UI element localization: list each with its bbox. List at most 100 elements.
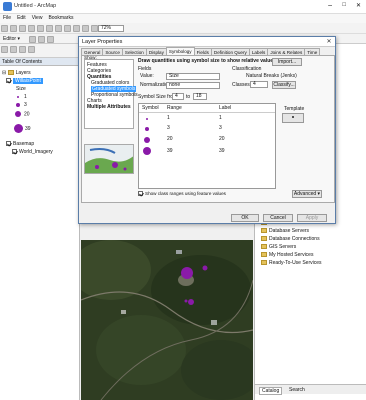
basemap-visibility-checkbox[interactable] [6,141,11,147]
dialog-title: Layer Properties [79,37,335,47]
legend-item: 3 [14,102,27,108]
search-tab[interactable]: Search [287,387,307,393]
ready-services-icon [261,260,267,266]
zoom-in-icon[interactable] [1,46,8,53]
catalog-item[interactable]: GIS Servers [261,244,296,250]
show-ranges-label: Show class ranges using feature values [145,191,226,196]
cut-icon[interactable] [37,25,44,32]
symbology-panel: Show: Features Categories Quantities Gra… [81,55,335,203]
table-row[interactable]: 20 20 [139,135,275,144]
menu-view[interactable]: View [29,14,46,22]
symbology-heading: Draw quantities using symbol size to sho… [138,58,278,64]
toc-imagery-row[interactable]: World_Imagery [12,149,53,155]
map-view[interactable] [81,240,253,400]
map-point-symbol[interactable] [188,299,194,305]
close-window-icon[interactable]: ✕ [356,2,361,9]
table-row[interactable]: 33 [139,124,275,133]
size-from-input[interactable]: 4 [172,93,184,100]
apply-button[interactable]: Apply [297,214,327,222]
cancel-button[interactable]: Cancel [263,214,293,222]
sketch-tool-icon[interactable] [38,36,45,43]
open-icon[interactable] [10,25,17,32]
show-list: Features Categories Quantities Graduated… [84,59,138,129]
full-extent-icon[interactable] [28,46,35,53]
classes-select[interactable]: 4 [250,81,268,88]
zoom-out-icon[interactable] [10,46,17,53]
symbol-dot [16,102,20,107]
database-icon [261,236,267,242]
vertex-tool-icon[interactable] [47,36,54,43]
map-point-symbol[interactable] [181,267,193,279]
advanced-button[interactable]: Advanced ▾ [292,190,322,198]
import-button[interactable]: Import... [272,58,302,66]
layer-name[interactable]: WillaisPoint [13,78,43,84]
server-icon [261,228,267,234]
close-icon[interactable]: ✕ [325,38,333,46]
dialog-tabs: General Source Selection Display Symbology Fi… [81,47,335,64]
imagery-visibility-checkbox[interactable] [12,149,17,155]
catalog-item[interactable]: Database Connections [261,236,320,242]
menu-edit[interactable]: Edit [14,14,29,22]
table-row[interactable]: 39 39 [139,146,275,157]
map-scale-select[interactable]: 72% [98,25,124,32]
col-range: Range [167,105,182,111]
classify-button[interactable]: Classify... [272,81,296,89]
minimize-icon[interactable]: – [328,2,332,9]
redo-icon[interactable] [82,25,89,32]
col-symbol: Symbol [142,105,159,111]
layers-label: Layers [15,70,31,76]
symbol-class-table: Symbol Range Label 11 33 20 20 39 39 [138,103,276,189]
print-icon[interactable] [28,25,35,32]
layer-visibility-checkbox[interactable] [6,78,11,84]
template-symbol-button[interactable] [282,113,304,123]
catalog-item[interactable]: My Hosted Services [261,252,313,258]
show-ranges-checkbox[interactable] [138,191,143,197]
size-to-input[interactable]: 18 [193,93,207,100]
classes-label: Classes: [232,82,252,88]
catalog-tab[interactable]: Catalog [259,387,283,395]
pan-icon[interactable] [19,46,26,53]
value-field-select[interactable]: Size [166,73,220,80]
editor-menu[interactable]: Editor ▾ [3,36,20,42]
table-row[interactable]: 11 [139,114,275,123]
window-title: Untitled - ArcMap [14,3,57,9]
fields-label: Fields [138,66,152,72]
toc-header: Table Of Contents [0,58,79,66]
catalog-item[interactable]: Database Servers [261,228,309,234]
table-of-contents-panel: Table Of Contents ⊟ Layers WillaisPoint … [0,58,80,400]
show-item-multiple-attributes[interactable]: Multiple Attributes [87,104,131,110]
maximize-icon[interactable]: □ [342,2,346,8]
menu-bookmarks[interactable]: Bookmarks [45,14,76,22]
imagery-label: World_Imagery [19,149,53,155]
layer-properties-dialog: Layer Properties ✕ General Source Selectio… [78,36,336,224]
toc-basemap-row[interactable]: Basemap [6,141,34,147]
undo-icon[interactable] [73,25,80,32]
symbol-dot [15,111,21,117]
new-doc-icon[interactable] [1,25,8,32]
ok-button[interactable]: OK [231,214,259,222]
hosted-services-icon [261,252,267,258]
gis-server-icon [261,244,267,250]
collapse-icon[interactable]: ⊟ [2,70,6,76]
template-label: Template [284,106,305,112]
edit-tool-icon[interactable] [29,36,36,43]
col-label: Label [219,105,232,111]
toc-layer-row[interactable]: WillaisPoint [6,78,43,84]
classification-label: Classification [232,66,262,72]
add-data-icon[interactable] [91,25,98,32]
toc-layers-root[interactable]: ⊟ Layers [2,70,31,76]
value-label: Value: [140,73,154,79]
classification-method: Natural Breaks (Jenks) [246,73,297,79]
map-point-symbol[interactable] [202,265,208,271]
symbol-dot [17,95,19,98]
copy-icon[interactable] [46,25,53,32]
show-ranges-option[interactable]: Show class ranges using feature values [138,191,226,197]
paste-icon[interactable] [55,25,62,32]
save-icon[interactable] [19,25,26,32]
map-point-symbol[interactable] [184,299,188,303]
delete-icon[interactable] [64,25,71,32]
normalization-select[interactable]: none [166,82,220,89]
catalog-item[interactable]: Ready-To-Use Services [261,260,322,266]
legend-item: 39 [14,124,31,133]
menu-file[interactable]: File [0,14,14,22]
